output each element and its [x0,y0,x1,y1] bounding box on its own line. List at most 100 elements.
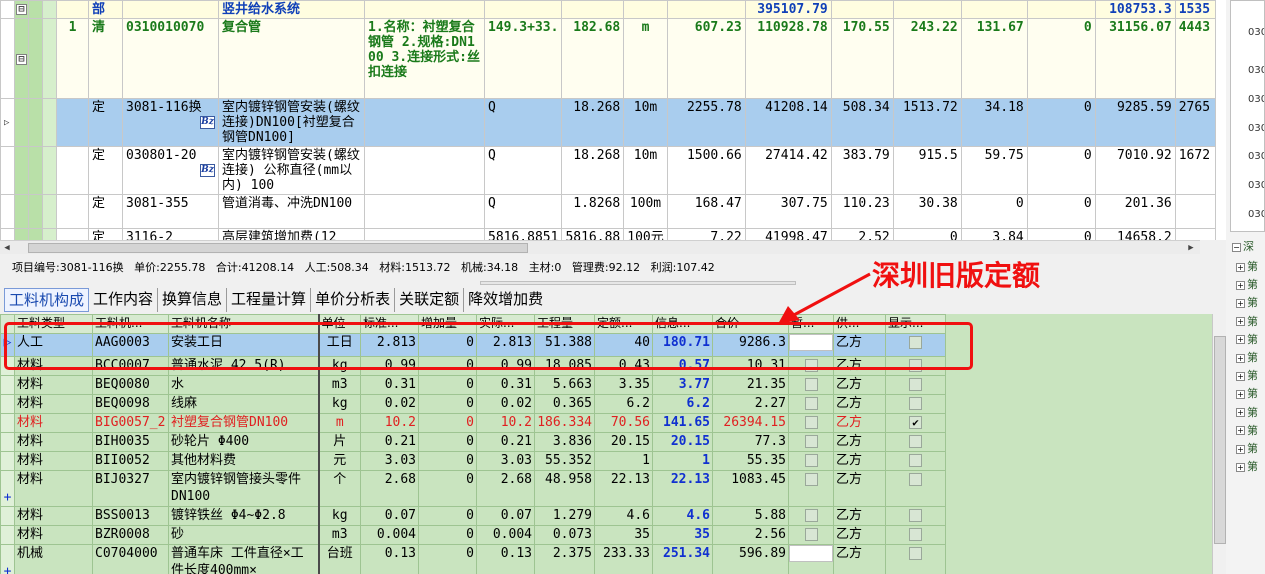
info-price-cell[interactable]: 141.65 [652,413,713,433]
resource-name-cell[interactable]: 砂轮片 Φ400 [168,432,319,452]
resource-unit-cell[interactable]: 元 [317,451,361,471]
info-price-cell[interactable]: 251.34 [652,544,713,574]
col-header-quantity[interactable]: 工程量 [534,314,595,334]
pane-splitter[interactable] [0,280,1230,286]
seq-cell[interactable] [56,194,89,229]
tree-node[interactable]: + 第 [1236,404,1265,419]
provisional-cell[interactable] [788,413,834,433]
feature-cell[interactable]: 1.名称：衬塑复合钢管 2.规格:DN100 3.连接形式:丝扣连接 [364,18,485,99]
quantity-cell[interactable]: 1.279 [534,506,595,526]
main-material-cell[interactable]: 0 [1026,18,1096,99]
subtotal-cell[interactable]: 7010.92 [1094,146,1176,195]
col-header-name[interactable]: 工料机名称 [168,314,319,334]
tree-level-1[interactable] [28,98,43,147]
price-cell[interactable]: 168.47 [666,194,746,229]
resource-name-cell[interactable]: 水 [168,375,319,395]
tree-root-node[interactable]: − 深 [1232,238,1265,253]
subtotal-cell[interactable]: 31156.07 [1094,18,1176,99]
quota-row[interactable]: ⊟ 部 竖井给水系统 395107.79 108753.3 1535 [0,0,1216,19]
labor-cell[interactable]: 2.52 [830,228,894,240]
display-cell[interactable] [885,544,946,574]
price-cell[interactable]: 1500.66 [666,146,746,195]
upper-horizontal-scroll-thumb[interactable] [28,243,528,253]
resource-unit-cell[interactable]: kg [317,506,361,526]
row-pointer[interactable] [0,0,15,19]
info-price-cell[interactable]: 180.71 [652,333,713,357]
display-cell[interactable] [885,375,946,395]
standard-qty-cell[interactable]: 0.07 [360,506,419,526]
provisional-cell[interactable] [788,544,834,574]
quota-price-cell[interactable]: 4.6 [594,506,653,526]
name-cell[interactable]: 管道消毒、冲洗DN100 [218,194,365,229]
provisional-checkbox[interactable] [804,416,818,429]
tree-level-2[interactable] [42,18,57,99]
amount-cell[interactable]: 77.3 [712,432,789,452]
col-header-display[interactable]: 显示... [885,314,946,334]
col-header-type[interactable]: 工料类型 [14,314,93,334]
increase-qty-cell[interactable]: 0 [418,356,477,376]
quota-price-cell[interactable]: 0.43 [594,356,653,376]
resource-row[interactable]: + 机械 C0704000 普通车床 工件直径×工件长度400mm× 台班 0.13 0 0.… [0,544,946,574]
increase-qty-cell[interactable]: 0 [418,506,477,526]
total-cell[interactable]: 41998.47 [744,228,832,240]
tree-expander[interactable] [14,194,29,229]
resource-type-cell[interactable]: 材料 [14,356,93,376]
extra-cell[interactable] [1174,228,1216,240]
display-checkbox[interactable] [909,359,922,372]
quota-row[interactable]: 定 030801-20 Bz 室内镀锌钢管安装(螺纹连接) 公称直径(mm以内) 10… [0,146,1216,195]
resource-code-cell[interactable]: BIH0035 [92,432,169,452]
seq-cell[interactable]: 1 [56,18,89,99]
display-checkbox[interactable] [909,378,922,391]
provisional-input[interactable] [789,334,833,351]
labor-cell[interactable]: 383.79 [830,146,894,195]
amount-cell[interactable]: 26394.15 [712,413,789,433]
actual-qty-cell[interactable]: 0.31 [476,375,535,395]
resource-unit-cell[interactable]: m3 [317,375,361,395]
display-checkbox[interactable] [909,547,922,560]
quota-price-cell[interactable]: 233.33 [594,544,653,574]
provisional-checkbox[interactable] [804,509,818,522]
quantity-cell[interactable]: 55.352 [534,451,595,471]
resource-code-cell[interactable]: BSS0013 [92,506,169,526]
tree-level-1[interactable] [28,18,43,99]
standard-qty-cell[interactable]: 3.03 [360,451,419,471]
feature-cell[interactable] [364,98,485,147]
expand-row-icon[interactable]: + [4,564,12,574]
bz-supplement-icon[interactable]: Bz [200,164,215,177]
col-header-code[interactable]: 工料机... [92,314,169,334]
increase-qty-cell[interactable]: 0 [418,375,477,395]
display-cell[interactable] [885,432,946,452]
provisional-checkbox[interactable] [804,435,818,448]
display-checkbox[interactable] [909,473,922,486]
quota-price-cell[interactable]: 70.56 [594,413,653,433]
provisional-cell[interactable] [788,375,834,395]
row-gutter[interactable] [0,506,15,526]
provisional-checkbox[interactable] [804,359,818,372]
resource-type-cell[interactable]: 材料 [14,413,93,433]
machine-cell[interactable]: 59.75 [960,146,1028,195]
provisional-cell[interactable] [788,451,834,471]
extra-cell[interactable]: 1535 [1174,0,1216,19]
supply-cell[interactable]: 乙方 [833,394,886,414]
seq-cell[interactable] [56,0,89,19]
resource-code-cell[interactable]: C0704000 [92,544,169,574]
qty-cell[interactable]: 182.68 [561,18,625,99]
resource-row[interactable]: 材料 BIH0035 砂轮片 Φ400 片 0.21 0 0.21 3.836 20.15 20.… [0,432,946,452]
standard-qty-cell[interactable]: 0.31 [360,375,419,395]
seq-cell[interactable] [56,228,89,240]
right-list-number[interactable]: 030 [1248,123,1264,134]
material-cell[interactable] [892,0,962,19]
resource-code-cell[interactable]: BZR0008 [92,525,169,545]
material-cell[interactable]: 0 [892,228,962,240]
total-cell[interactable]: 395107.79 [744,0,832,19]
resource-unit-cell[interactable]: kg [317,356,361,376]
supply-cell[interactable]: 乙方 [833,333,886,357]
quota-price-cell[interactable]: 20.15 [594,432,653,452]
resource-code-cell[interactable]: BIG0057_2 [92,413,169,433]
code-cell[interactable]: 3081-355 [122,194,219,229]
resource-name-cell[interactable]: 镀锌铁丝 Φ4~Φ2.8 [168,506,319,526]
resource-name-cell[interactable]: 安装工日 [168,333,319,357]
display-cell[interactable] [885,525,946,545]
resource-type-cell[interactable]: 材料 [14,432,93,452]
provisional-checkbox[interactable] [804,454,818,467]
